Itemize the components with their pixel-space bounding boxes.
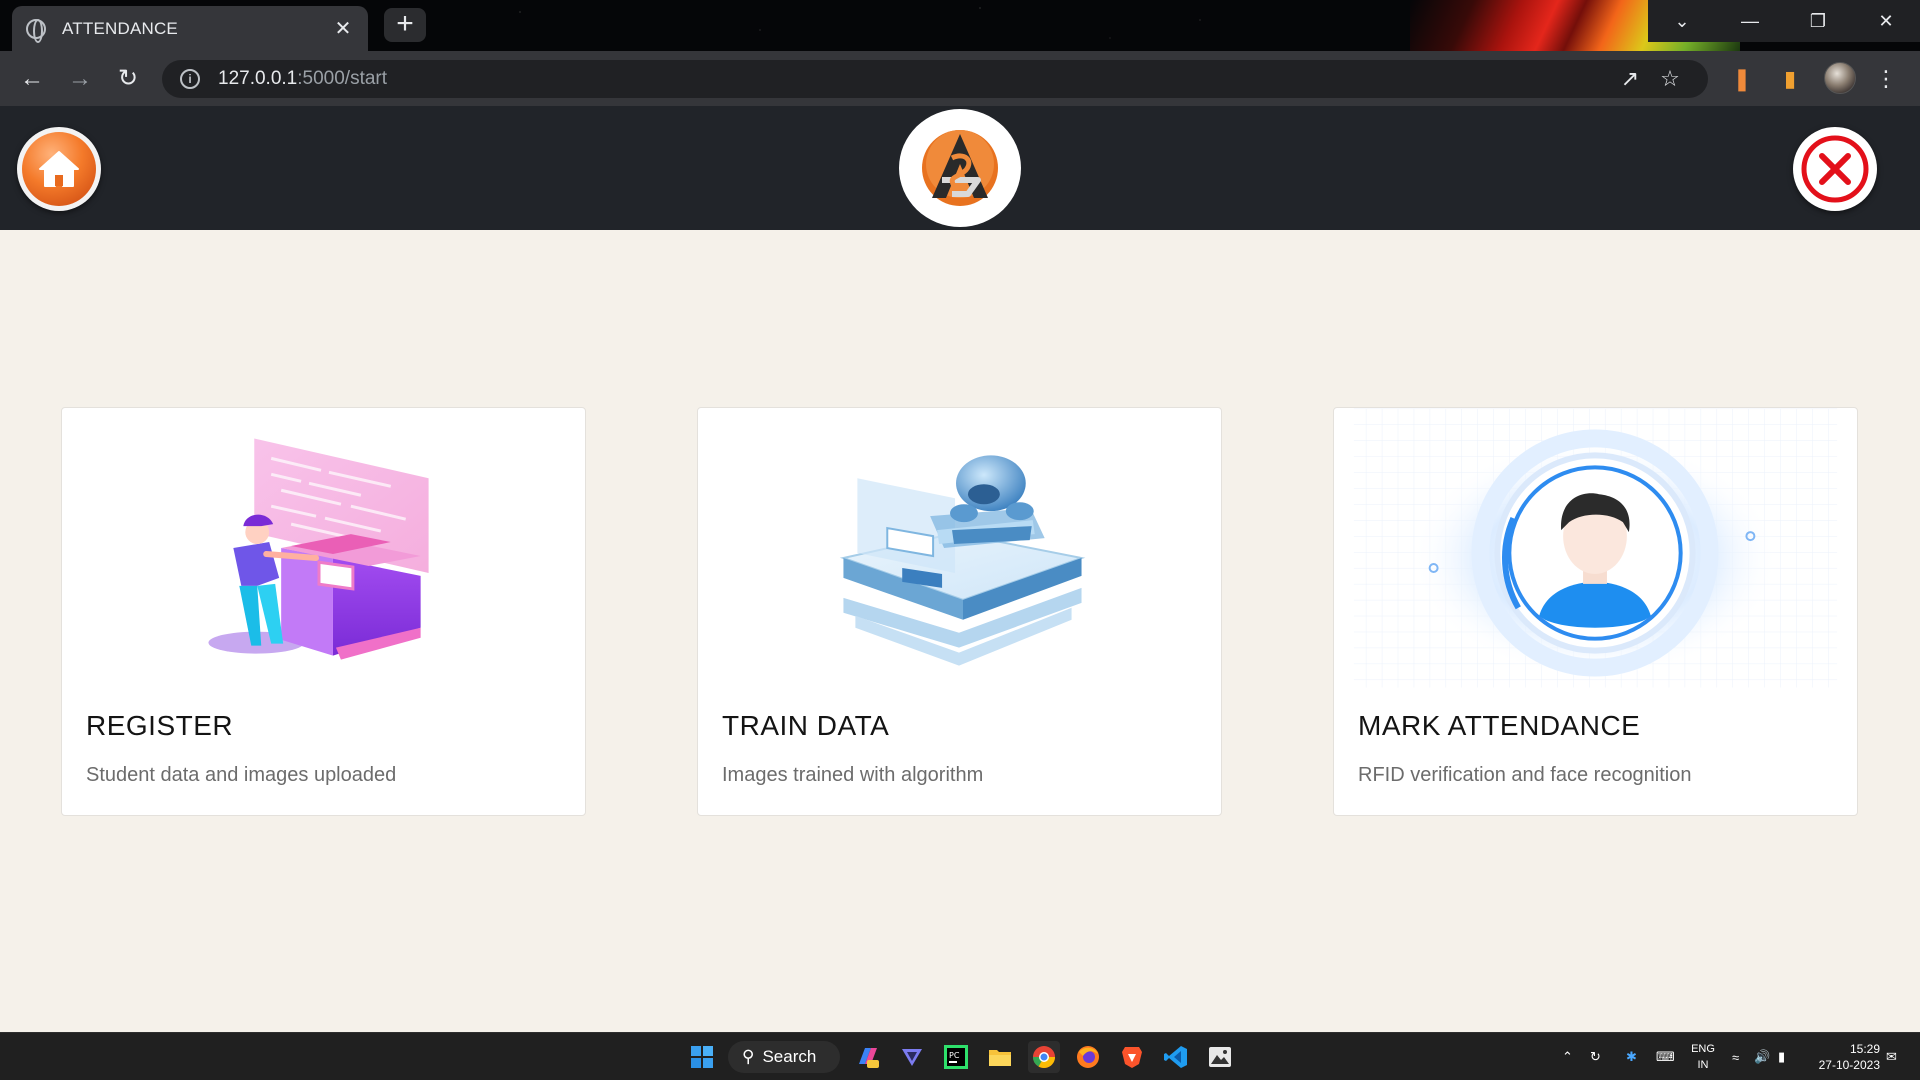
card-description: RFID verification and face recognition [1358, 764, 1692, 786]
language-indicator[interactable]: ENG IN [1688, 1041, 1718, 1073]
file-explorer-icon[interactable] [984, 1041, 1016, 1073]
window-controls: ⌄ — ❐ ✕ [1648, 0, 1920, 42]
firefox-icon[interactable] [1072, 1041, 1104, 1073]
forward-arrow-icon[interactable]: → [58, 51, 102, 106]
bluetooth-icon[interactable]: ✱ [1626, 1033, 1637, 1080]
home-icon [22, 132, 96, 206]
copilot-icon[interactable] [852, 1041, 884, 1073]
vscode-icon[interactable] [1160, 1041, 1192, 1073]
reload-icon[interactable]: ↻ [106, 51, 150, 106]
extensions-puzzle-icon[interactable]: ❚ [1720, 51, 1764, 106]
notifications-icon[interactable]: ✉ [1886, 1033, 1897, 1080]
site-info-icon[interactable]: i [180, 69, 200, 89]
train-data-card[interactable]: TRAIN DATA Images trained with algorithm [697, 407, 1222, 816]
globe-icon [26, 18, 46, 43]
window-close-icon[interactable]: ✕ [1852, 0, 1920, 42]
profile-avatar[interactable] [1824, 62, 1856, 94]
card-title: REGISTER [86, 710, 234, 741]
url-text[interactable]: 127.0.0.1:5000/start [218, 68, 1610, 90]
close-button[interactable] [1793, 127, 1877, 211]
side-panel-icon[interactable]: ▮ [1768, 51, 1812, 106]
browser-toolbar: ← → ↻ i 127.0.0.1:5000/start ↗ ☆ ❚ ▮ ⋮ [0, 51, 1920, 106]
tray-overflow-icon[interactable]: ⌃ [1562, 1033, 1573, 1080]
chrome-icon[interactable] [1028, 1041, 1060, 1073]
card-title: MARK ATTENDANCE [1358, 710, 1641, 741]
restore-icon[interactable]: ❐ [1784, 0, 1852, 42]
app-header [0, 106, 1920, 230]
mark-attendance-card[interactable]: MARK ATTENDANCE RFID verification and fa… [1333, 407, 1858, 816]
face-recognition-illustration [1353, 408, 1838, 688]
bookmark-star-icon[interactable]: ☆ [1650, 66, 1690, 92]
os-taskbar: ⚲ Search PC ⌃ ↻ ✱ ⌨ ENG IN ≈ 🔊 ▮ 15:29 2… [0, 1032, 1920, 1080]
minimize-icon[interactable]: — [1716, 0, 1784, 42]
windows-start-icon[interactable] [686, 1041, 718, 1073]
sync-icon[interactable]: ↻ [1590, 1033, 1601, 1080]
card-description: Images trained with algorithm [722, 764, 984, 786]
share-icon[interactable]: ↗ [1610, 66, 1650, 92]
wifi-icon[interactable]: ≈ [1732, 1033, 1739, 1080]
card-title: TRAIN DATA [722, 710, 890, 741]
battery-icon[interactable]: ▮ [1778, 1033, 1785, 1080]
register-illustration [208, 438, 429, 660]
volume-icon[interactable]: 🔊 [1754, 1033, 1770, 1080]
tab-close-icon[interactable]: ✕ [332, 16, 354, 41]
system-clock[interactable]: 15:29 27-10-2023 [1800, 1041, 1880, 1073]
app-logo [899, 109, 1021, 227]
tab-search-icon[interactable]: ⌄ [1648, 0, 1716, 42]
svg-text:PC: PC [949, 1051, 960, 1060]
brave-icon[interactable] [1116, 1041, 1148, 1073]
search-icon: ⚲ [742, 1047, 755, 1066]
address-bar[interactable]: i 127.0.0.1:5000/start ↗ ☆ [162, 60, 1708, 98]
browser-tab[interactable]: ATTENDANCE ✕ [12, 6, 368, 51]
card-description: Student data and images uploaded [86, 764, 397, 786]
back-arrow-icon[interactable]: ← [10, 51, 54, 106]
register-card[interactable]: REGISTER Student data and images uploade… [61, 407, 586, 816]
tab-title: ATTENDANCE [62, 18, 178, 38]
browser-menu-icon[interactable]: ⋮ [1864, 51, 1908, 106]
home-button[interactable] [17, 127, 101, 211]
close-x-icon [1801, 135, 1869, 203]
train-data-illustration [839, 455, 1086, 666]
vpn-icon[interactable] [896, 1041, 928, 1073]
search-label: Search [762, 1047, 817, 1066]
new-tab-button[interactable]: + [384, 8, 426, 42]
photos-icon[interactable] [1204, 1041, 1236, 1073]
taskbar-search[interactable]: ⚲ Search [728, 1041, 840, 1073]
pycharm-icon[interactable]: PC [940, 1041, 972, 1073]
keyboard-icon[interactable]: ⌨ [1656, 1033, 1675, 1080]
